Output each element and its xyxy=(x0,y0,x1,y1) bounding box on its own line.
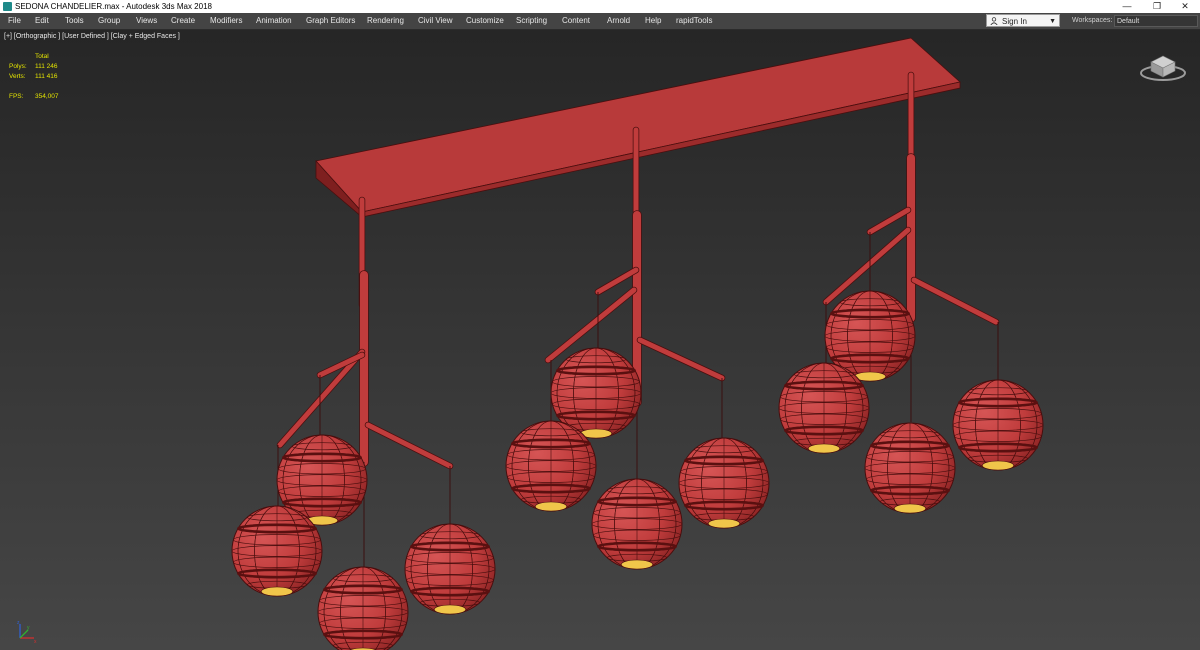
window-title: SEDONA CHANDELIER.max - Autodesk 3ds Max… xyxy=(15,2,212,11)
polys-value: 111 246 xyxy=(35,63,58,70)
arm-2a xyxy=(595,267,639,295)
arm-3c xyxy=(911,277,999,325)
menu-help[interactable]: Help xyxy=(645,13,661,29)
viewport-label-menu[interactable]: [+] [Orthographic ] [User Defined ] [Cla… xyxy=(4,33,180,40)
menu-civil-view[interactable]: Civil View xyxy=(418,13,453,29)
workspaces-select[interactable]: Default xyxy=(1114,15,1198,27)
menu-rendering[interactable]: Rendering xyxy=(367,13,404,29)
globe-2b-bulb-opening xyxy=(534,501,568,512)
globe-2c-bulb-opening xyxy=(620,559,654,570)
arm-1a xyxy=(277,349,365,448)
menu-rapidtools[interactable]: rapidTools xyxy=(676,13,712,29)
axis-y-label: y xyxy=(27,625,30,631)
title-bar: SEDONA CHANDELIER.max - Autodesk 3ds Max… xyxy=(0,0,1200,13)
menu-views[interactable]: Views xyxy=(136,13,157,29)
menu-scripting[interactable]: Scripting xyxy=(516,13,547,29)
globe-1d-bulb-opening xyxy=(433,604,467,615)
globe-1b-bulb-opening xyxy=(260,586,294,597)
verts-value: 111 416 xyxy=(35,73,58,80)
menu-content[interactable]: Content xyxy=(562,13,590,29)
menu-bar: File Edit Tools Group Views Create Modif… xyxy=(0,13,1200,30)
menu-animation[interactable]: Animation xyxy=(256,13,292,29)
menu-edit[interactable]: Edit xyxy=(35,13,49,29)
axis-x-label: x xyxy=(34,639,37,644)
arm-1c xyxy=(365,422,453,469)
menu-file[interactable]: File xyxy=(8,13,21,29)
viewport-perspective[interactable]: [+] [Orthographic ] [User Defined ] [Cla… xyxy=(0,30,1200,650)
restore-button[interactable]: ❐ xyxy=(1142,0,1172,13)
globe-3d-bulb-opening xyxy=(981,460,1015,471)
close-button[interactable]: ✕ xyxy=(1170,0,1200,13)
globe-2d-bulb-opening xyxy=(707,518,741,529)
sign-in-dropdown[interactable]: Sign In ▼ xyxy=(986,14,1060,27)
globe-3c-bulb-opening xyxy=(893,503,927,514)
axis-tripod-icon: x y z xyxy=(17,620,37,644)
app-icon xyxy=(3,2,12,11)
menu-modifiers[interactable]: Modifiers xyxy=(210,13,242,29)
viewcube-icon[interactable] xyxy=(1138,48,1188,84)
stats-header: Total xyxy=(35,53,49,60)
menu-graph-editors[interactable]: Graph Editors xyxy=(306,13,355,29)
chandelier-model[interactable] xyxy=(0,30,1200,650)
polys-label: Polys: xyxy=(9,63,27,70)
menu-customize[interactable]: Customize xyxy=(466,13,504,29)
menu-tools[interactable]: Tools xyxy=(65,13,84,29)
workspaces-label: Workspaces: xyxy=(1072,17,1113,24)
arm-3a xyxy=(867,207,911,235)
user-icon xyxy=(990,17,998,25)
fps-label: FPS: xyxy=(9,93,24,100)
globe-3b-bulb-opening xyxy=(807,443,841,454)
chevron-down-icon: ▼ xyxy=(1049,18,1056,25)
verts-label: Verts: xyxy=(9,73,26,80)
minimize-button[interactable]: — xyxy=(1112,0,1142,13)
sign-in-label: Sign In xyxy=(1002,17,1027,26)
menu-arnold[interactable]: Arnold xyxy=(607,13,630,29)
arm-2c xyxy=(637,337,725,381)
fps-value: 354,007 xyxy=(35,93,59,100)
menu-group[interactable]: Group xyxy=(98,13,120,29)
menu-create[interactable]: Create xyxy=(171,13,195,29)
